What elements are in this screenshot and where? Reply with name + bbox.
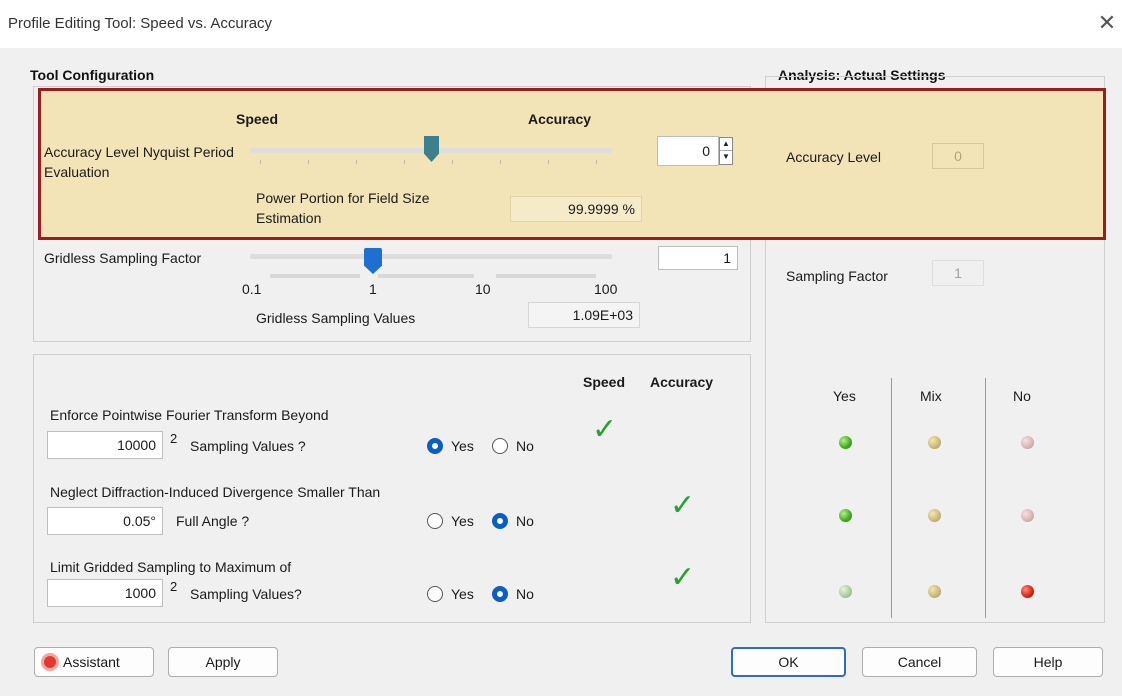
scale-tick-label: 10 <box>475 281 491 297</box>
radio-no-label: No <box>516 438 534 454</box>
option-suffix: Full Angle ? <box>176 513 250 529</box>
radio-no-label: No <box>516 513 534 529</box>
accuracy-level-spinner[interactable]: ▲ ▼ <box>719 137 733 165</box>
apply-button[interactable]: Apply <box>168 647 278 677</box>
radio-yes[interactable] <box>427 438 443 454</box>
scale-segment <box>378 274 474 278</box>
slider-tick <box>500 160 501 164</box>
scale-tick-label: 0.1 <box>242 281 262 297</box>
cancel-button[interactable]: Cancel <box>862 647 977 677</box>
option-title: Enforce Pointwise Fourier Transform Beyo… <box>50 407 329 423</box>
status-led-no <box>1021 436 1034 449</box>
col-no-header: No <box>1013 388 1031 404</box>
radio-yes[interactable] <box>427 586 443 602</box>
slider-tick <box>308 160 309 164</box>
status-led-mix <box>928 585 941 598</box>
scale-segment <box>270 274 360 278</box>
option-suffix: Sampling Values? <box>190 586 302 602</box>
gridless-values-value: 1.09E+03 <box>528 302 640 328</box>
superscript: 2 <box>170 431 178 446</box>
slider-tick <box>452 160 453 164</box>
lifebuoy-icon <box>41 653 59 671</box>
analysis-sampling-label: Sampling Factor <box>786 268 888 284</box>
analysis-sampling-value: 1 <box>932 260 984 286</box>
accuracy-check-icon: ✓ <box>670 489 696 522</box>
speed-header: Speed <box>236 111 279 127</box>
accuracy-header: Accuracy <box>528 111 592 127</box>
option-value-input[interactable]: 1000 <box>47 579 163 607</box>
analysis-accuracy-value: 0 <box>932 143 984 169</box>
gridless-slider-thumb[interactable] <box>364 248 382 274</box>
accuracy-level-input[interactable]: 0 <box>657 136 719 166</box>
radio-no-label: No <box>516 586 534 602</box>
gridless-slider-track <box>250 254 612 259</box>
help-button[interactable]: Help <box>993 647 1103 677</box>
col-mix-header: Mix <box>920 388 942 404</box>
options-speed-header: Speed <box>583 374 626 390</box>
slider-tick <box>596 160 597 164</box>
slider-tick <box>260 160 261 164</box>
radio-yes-label: Yes <box>451 513 474 529</box>
spin-up-icon[interactable]: ▲ <box>720 138 732 151</box>
option-value-input[interactable]: 10000 <box>47 431 163 459</box>
ok-button[interactable]: OK <box>731 647 846 677</box>
status-led-yes <box>839 436 852 449</box>
slider-tick <box>548 160 549 164</box>
status-led-no <box>1021 585 1034 598</box>
speed-check-icon: ✓ <box>592 413 618 446</box>
power-portion-label: Power Portion for Field Size Estimation <box>256 190 430 226</box>
close-icon[interactable]: ✕ <box>1096 10 1118 36</box>
superscript: 2 <box>170 579 178 594</box>
power-portion-value: 99.9999 % <box>510 196 642 222</box>
status-led-mix <box>928 509 941 522</box>
status-led-mix <box>928 436 941 449</box>
column-divider <box>985 378 986 618</box>
option-suffix: Sampling Values ? <box>190 438 306 454</box>
option-title: Limit Gridded Sampling to Maximum of <box>50 559 292 575</box>
spin-down-icon[interactable]: ▼ <box>720 151 732 164</box>
analysis-accuracy-label: Accuracy Level <box>786 149 881 165</box>
gridless-values-label: Gridless Sampling Values <box>256 310 416 326</box>
window-title: Profile Editing Tool: Speed vs. Accuracy <box>8 15 273 32</box>
status-led-yes <box>839 585 852 598</box>
accuracy-slider-thumb[interactable] <box>424 136 439 162</box>
slider-tick <box>356 160 357 164</box>
scale-tick-label: 100 <box>594 281 618 297</box>
assistant-button[interactable]: Assistant <box>34 647 154 677</box>
gridless-value-input[interactable]: 1 <box>658 246 738 270</box>
slider-tick <box>404 160 405 164</box>
accuracy-slider[interactable] <box>250 136 612 172</box>
scale-tick-label: 1 <box>369 281 377 297</box>
accuracy-check-icon: ✓ <box>670 561 696 594</box>
radio-no[interactable] <box>492 513 508 529</box>
radio-no[interactable] <box>492 586 508 602</box>
scale-segment <box>496 274 596 278</box>
radio-no[interactable] <box>492 438 508 454</box>
radio-yes-label: Yes <box>451 586 474 602</box>
option-title: Neglect Diffraction-Induced Divergence S… <box>50 484 381 500</box>
radio-yes[interactable] <box>427 513 443 529</box>
tool-config-title: Tool Configuration <box>30 67 155 83</box>
accuracy-level-label: Accuracy Level Nyquist Period Evaluation <box>44 144 234 180</box>
status-led-no <box>1021 509 1034 522</box>
option-value-input[interactable]: 0.05° <box>47 507 163 535</box>
options-accuracy-header: Accuracy <box>650 374 714 390</box>
status-led-yes <box>839 509 852 522</box>
col-yes-header: Yes <box>833 388 856 404</box>
column-divider <box>891 378 892 618</box>
assistant-label: Assistant <box>63 654 120 670</box>
radio-yes-label: Yes <box>451 438 474 454</box>
gridless-label: Gridless Sampling Factor <box>44 250 202 266</box>
